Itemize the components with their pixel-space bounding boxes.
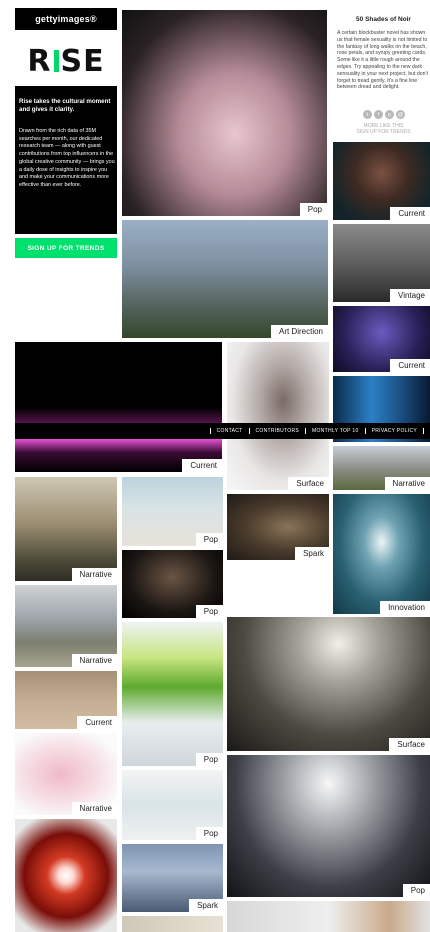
tile-tag: Narrative <box>71 802 117 815</box>
image-tile[interactable]: Surface <box>227 342 329 490</box>
image-tile[interactable]: Pop <box>122 10 327 216</box>
rise-logo-i-bar <box>53 50 59 72</box>
image-tile[interactable]: Narrative <box>15 585 117 667</box>
image-tile[interactable]: Art Direction <box>122 220 328 338</box>
tile-tag: Spark <box>295 547 329 560</box>
tile-tag: Current <box>182 459 222 472</box>
image-tile[interactable]: Narrative <box>15 733 117 815</box>
tile-tag: Spark <box>189 899 223 912</box>
image-tile[interactable]: Spark <box>122 844 223 912</box>
nav-contributors-link[interactable]: CONTRIBUTORS <box>248 428 306 434</box>
tile-tag: Surface <box>389 738 430 751</box>
image-tile[interactable]: Surface <box>227 617 430 751</box>
nav-privacy-link[interactable]: PRIVACY POLICY <box>364 428 424 434</box>
image-tile[interactable] <box>122 916 223 932</box>
blog-title[interactable]: 50 Shades of Noir <box>337 16 430 23</box>
footer-nav: CONTACT CONTRIBUTORS MONTHLY TOP 10 PRIV… <box>15 423 430 439</box>
image-tile[interactable]: Spark <box>227 494 329 560</box>
tile-tag: Pop <box>299 203 327 216</box>
rise-logo-se: SE <box>60 43 105 79</box>
more-signup-link[interactable]: SIGN UP FOR TRENDS <box>337 129 430 135</box>
tile-tag: Pop <box>402 884 430 897</box>
tile-tag: Surface <box>288 477 329 490</box>
tile-tag: Art Direction <box>270 325 328 338</box>
image-tile[interactable] <box>227 901 430 932</box>
image-tile[interactable]: Pop <box>122 770 223 840</box>
intro-body: Drawn from the rich data of 35M searches… <box>19 128 115 188</box>
nav-monthly-top-link[interactable]: MONTHLY TOP 10 <box>305 428 365 434</box>
tile-tag: Pop <box>195 753 223 766</box>
tile-tag: Current <box>390 207 430 220</box>
image-tile[interactable]: Narrative <box>333 446 430 490</box>
image-tile[interactable]: Current <box>333 306 430 372</box>
nav-contact-link[interactable]: CONTACT <box>209 428 249 434</box>
image-tile[interactable]: Innovation <box>333 494 430 614</box>
pinterest-icon[interactable]: p <box>385 110 394 119</box>
image-tile[interactable]: Pop <box>227 755 430 897</box>
rise-logo-r: R <box>27 43 52 79</box>
tile-tag: Pop <box>195 827 223 840</box>
image-tile[interactable]: Current <box>333 142 430 220</box>
tile-tag: Pop <box>195 605 223 618</box>
tile-tag: Pop <box>195 533 223 546</box>
intro-headline: Rise takes the cultural moment and gives… <box>19 98 111 113</box>
image-tile[interactable]: Pop <box>122 550 223 618</box>
tile-tag: Current <box>77 716 117 729</box>
share-icons: t f p @ <box>363 110 405 119</box>
blog-body: A certain blockbuster novel has shown us… <box>337 30 428 91</box>
gettyimages-logo[interactable]: gettyimages® <box>15 8 117 30</box>
image-tile[interactable]: Pop <box>122 622 223 766</box>
facebook-icon[interactable]: f <box>374 110 383 119</box>
tile-tag: Innovation <box>380 601 430 614</box>
signup-button[interactable]: SIGN UP FOR TRENDS <box>15 238 117 258</box>
tile-tag: Vintage <box>390 289 430 302</box>
twitter-icon[interactable]: t <box>363 110 372 119</box>
email-icon[interactable]: @ <box>396 110 405 119</box>
more-links[interactable]: MORE LIKE THIS SIGN UP FOR TRENDS <box>337 123 430 135</box>
image-tile[interactable]: Current <box>15 342 222 472</box>
image-tile[interactable]: Narrative <box>15 477 117 581</box>
image-tile[interactable]: Pop <box>122 477 223 546</box>
image-tile[interactable] <box>15 819 117 932</box>
rise-logo[interactable]: R SE <box>15 40 117 82</box>
intro-panel: Rise takes the cultural moment and gives… <box>15 86 117 234</box>
tile-tag: Narrative <box>71 654 117 667</box>
image-tile[interactable]: Vintage <box>333 224 430 302</box>
tile-tag: Narrative <box>71 568 117 581</box>
tile-tag: Current <box>390 359 430 372</box>
tile-tag: Narrative <box>384 477 430 490</box>
image-tile[interactable]: Current <box>15 671 117 729</box>
